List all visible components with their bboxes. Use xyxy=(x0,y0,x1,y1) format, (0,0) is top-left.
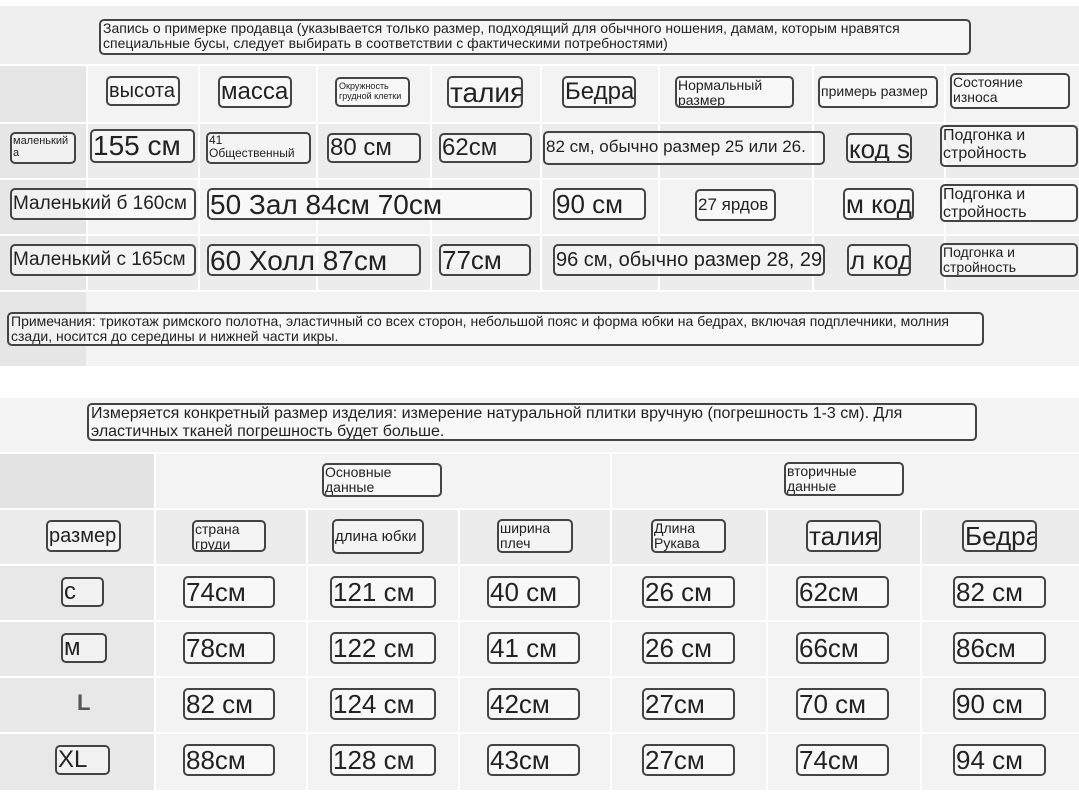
row-xl-shoulder: 43см xyxy=(487,744,580,776)
row-s-shoulder: 40 см xyxy=(487,576,580,608)
row-a-state: Подгонка и стройность xyxy=(940,125,1078,167)
model-b-label: Маленький б 160см xyxy=(10,188,196,220)
size-s: с xyxy=(61,577,104,607)
row-b-normal: 27 ярдов xyxy=(695,189,776,221)
row-s-sleeve: 26 см xyxy=(642,576,735,608)
header-chest: Окружность грудной клетки xyxy=(335,77,410,107)
row-b-state: Подгонка и стройность xyxy=(940,184,1078,222)
row-a-hips-normal: 82 см, обычно размер 25 или 26. xyxy=(543,131,825,165)
row-l-bust: 82 см xyxy=(183,688,275,720)
row-s-waist: 62см xyxy=(796,576,889,608)
col-hips: Бедра xyxy=(962,520,1037,552)
col-size: размер xyxy=(46,520,121,552)
row-s-skirt: 121 см xyxy=(330,576,436,608)
header-wear-state: Состояние износа xyxy=(950,73,1070,109)
col-waist: талия xyxy=(806,520,881,552)
row-xl-sleeve: 27см xyxy=(642,744,735,776)
header-hips: Бедра xyxy=(562,76,636,108)
row-c-weight-chest: 60 Холл 87см xyxy=(207,244,421,276)
row-l-waist: 70 см xyxy=(796,688,889,720)
measure-group-row xyxy=(0,454,1079,508)
row-xl-bust: 88см xyxy=(183,744,275,776)
row-m-skirt: 122 см xyxy=(330,632,436,664)
header-height: высота xyxy=(106,76,180,106)
row-a-chest: 80 см xyxy=(327,133,421,163)
size-chart-page: Запись о примерке продавца (указывается … xyxy=(0,0,1079,797)
size-m: м xyxy=(61,633,107,663)
row-a-size: код s xyxy=(846,133,912,163)
row-a-waist: 62см xyxy=(439,133,532,163)
row-xl-waist: 74см xyxy=(796,744,889,776)
row-l-skirt: 124 см xyxy=(330,688,436,720)
col-sleeve-length: Длина Рукава xyxy=(651,519,726,553)
row-c-waist: 77см xyxy=(439,244,531,276)
row-s-bust: 74см xyxy=(183,576,275,608)
row-b-hips: 90 см xyxy=(553,188,646,220)
header-normal-size: Нормальный размер xyxy=(675,76,794,108)
group-basic-data: Основные данные xyxy=(322,463,442,497)
row-c-size: л код xyxy=(847,244,911,276)
row-c-hips-normal: 96 см, обычно размер 28, 29. xyxy=(553,244,825,276)
row-m-bust: 78см xyxy=(183,632,275,664)
row-xl-hips: 94 см xyxy=(953,744,1046,776)
row-xl-skirt: 128 см xyxy=(330,744,436,776)
model-c-label: Маленький с 165см xyxy=(10,244,196,276)
row-l-sleeve: 27см xyxy=(642,688,735,720)
row-m-sleeve: 26 см xyxy=(642,632,735,664)
row-s-hips: 82 см xyxy=(953,576,1046,608)
col-shoulder-width: ширина плеч xyxy=(497,519,573,553)
row-l-shoulder: 42см xyxy=(487,688,580,720)
header-weight: масса xyxy=(218,76,292,108)
row-m-hips: 86см xyxy=(953,632,1046,664)
fitting-note: Запись о примерке продавца (указывается … xyxy=(99,19,971,55)
fitting-remarks: Примечания: трикотаж римского полотна, э… xyxy=(7,312,984,346)
row-b-weight-chest-waist: 50 Зал 84см 70см xyxy=(207,188,532,220)
row-c-state: Подгонка и стройность xyxy=(940,243,1078,277)
group-secondary-data: вторичные данные xyxy=(784,462,904,496)
row-m-shoulder: 41 см xyxy=(487,632,580,664)
row-b-size: м код xyxy=(843,188,914,220)
measure-note: Измеряется конкретный размер изделия: из… xyxy=(87,403,977,441)
col-skirt-length: длина юбки xyxy=(332,519,424,554)
col-bust: страна груди xyxy=(192,520,266,552)
model-a-label: маленький а xyxy=(10,132,76,164)
row-a-height: 155 см xyxy=(90,129,195,163)
row-m-waist: 66см xyxy=(796,632,889,664)
header-waist: талия xyxy=(447,76,523,108)
header-tried-size: примерь размер xyxy=(818,76,938,108)
size-l: L xyxy=(77,690,91,715)
size-xl: XL xyxy=(55,745,110,775)
row-a-weight: 41 Общественный зал xyxy=(206,132,311,164)
row-l-hips: 90 см xyxy=(953,688,1046,720)
